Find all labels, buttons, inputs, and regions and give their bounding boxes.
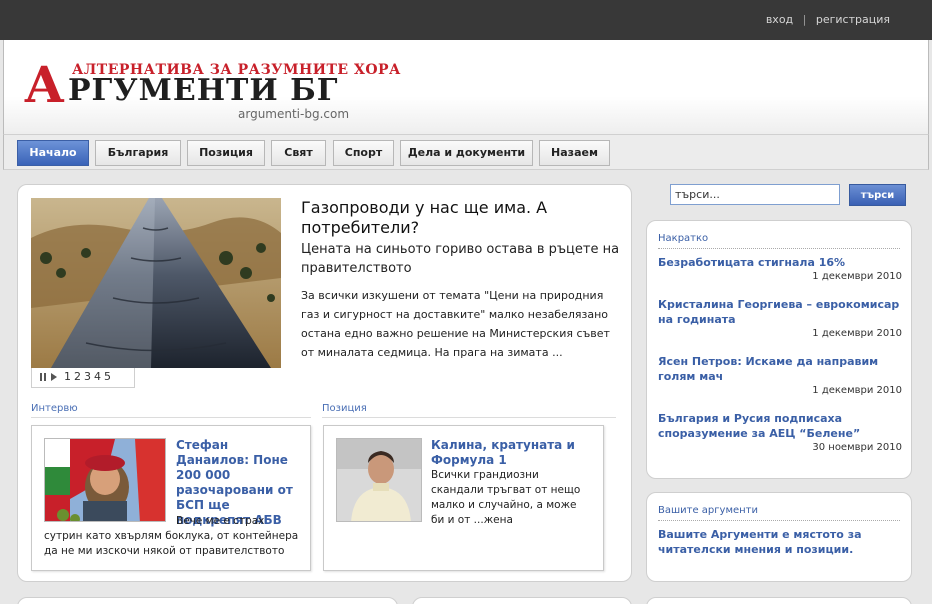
account-links: вход | регистрация — [766, 13, 890, 26]
main-content: 12345 Газопроводи у нас ще има. А потреб… — [17, 184, 632, 582]
next-panel — [17, 597, 398, 604]
logo-initial: А — [24, 55, 65, 114]
feature-image[interactable] — [31, 198, 281, 368]
brief-item-date: 1 декември 2010 — [812, 271, 902, 282]
brief-item: България и Русия подписаха споразумение … — [658, 411, 902, 454]
next-panel — [412, 597, 632, 604]
brief-item: Кристалина Георгиева – еврокомисар на го… — [658, 297, 902, 340]
nav-item-bulgaria[interactable]: България — [95, 140, 181, 166]
nav-item-world[interactable]: Свят — [271, 140, 326, 166]
top-bar: вход | регистрация — [0, 0, 932, 40]
brief-box: Накратко Безработицата стигнала 16% 1 де… — [646, 220, 912, 479]
section-divider — [31, 417, 311, 418]
feature-subtitle: Цената на синьото гориво остава в ръцете… — [301, 242, 620, 276]
brief-item-title[interactable]: България и Русия подписаха споразумение … — [658, 411, 902, 441]
position-card: Калина, кратуната и Формула 1 Всички гра… — [323, 425, 604, 571]
site-header: А АЛТЕРНАТИВА ЗА РАЗУМНИТЕ ХОРА РГУМЕНТИ… — [3, 40, 929, 134]
nav-item-position[interactable]: Позиция — [187, 140, 265, 166]
brief-item-title[interactable]: Кристалина Георгиева – еврокомисар на го… — [658, 297, 902, 327]
position-excerpt: Всички грандиозни скандали тръгват от не… — [431, 469, 581, 526]
play-icon[interactable] — [51, 373, 57, 381]
interview-card: Стефан Данаилов: Поне 200 000 разочарова… — [31, 425, 311, 571]
next-panel — [646, 597, 912, 604]
brief-item-date: 1 декември 2010 — [812, 385, 902, 396]
slide-link[interactable]: 3 — [84, 370, 91, 383]
interview-photo[interactable] — [44, 438, 166, 522]
brief-item: Безработицата стигнала 16% 1 декември 20… — [658, 255, 902, 283]
logo-domain: argumenti-bg.com — [238, 107, 350, 121]
link-separator: | — [802, 13, 807, 26]
brief-item-date: 1 декември 2010 — [812, 328, 902, 339]
nav-item-home[interactable]: Начало — [17, 140, 89, 166]
logo-title: РГУМЕНТИ БГ — [68, 73, 339, 108]
section-divider — [322, 417, 616, 418]
section-label-interview[interactable]: Интервю — [31, 403, 78, 414]
nav-item-documents[interactable]: Дела и документи — [400, 140, 533, 166]
your-arguments-heading: Вашите аргументи — [658, 505, 900, 521]
slide-link[interactable]: 5 — [104, 370, 111, 383]
nav-item-sport[interactable]: Спорт — [333, 140, 394, 166]
brief-item-date: 30 ноември 2010 — [812, 442, 902, 453]
slide-link[interactable]: 1 — [64, 370, 71, 383]
brief-item: Ясен Петров: Искаме да направим голям ма… — [658, 354, 902, 397]
your-arguments-box: Вашите аргументи Вашите Аргументи е мяст… — [646, 492, 912, 582]
section-label-position[interactable]: Позиция — [322, 403, 367, 414]
feature-title[interactable]: Газопроводи у нас ще има. А потребители? — [301, 198, 621, 238]
position-photo[interactable] — [336, 438, 422, 522]
brief-item-title[interactable]: Безработицата стигнала 16% — [658, 255, 902, 270]
brief-item-title[interactable]: Ясен Петров: Искаме да направим голям ма… — [658, 354, 902, 384]
login-link[interactable]: вход — [766, 13, 793, 26]
interview-excerpt: Вече ме е страх сутрин като хвърлям бокл… — [44, 515, 299, 557]
register-link[interactable]: регистрация — [816, 13, 890, 26]
search-input[interactable] — [670, 184, 840, 205]
nav-item-loan[interactable]: Назаем — [539, 140, 610, 166]
slide-link[interactable]: 2 — [74, 370, 81, 383]
slide-link[interactable]: 4 — [94, 370, 101, 383]
brief-heading: Накратко — [658, 233, 900, 249]
pause-icon[interactable] — [40, 373, 46, 381]
your-arguments-text[interactable]: Вашите Аргументи е мястото за читателски… — [658, 527, 898, 557]
main-nav: Начало България Позиция Свят Спорт Дела … — [3, 134, 929, 170]
pipeline-photo — [31, 198, 281, 368]
search-button[interactable]: търси — [849, 184, 906, 206]
slideshow-controls: 12345 — [31, 368, 135, 388]
feature-excerpt: За всички изкушени от темата "Цени на пр… — [301, 289, 610, 359]
position-title[interactable]: Калина, кратуната и Формула 1 — [431, 438, 591, 468]
